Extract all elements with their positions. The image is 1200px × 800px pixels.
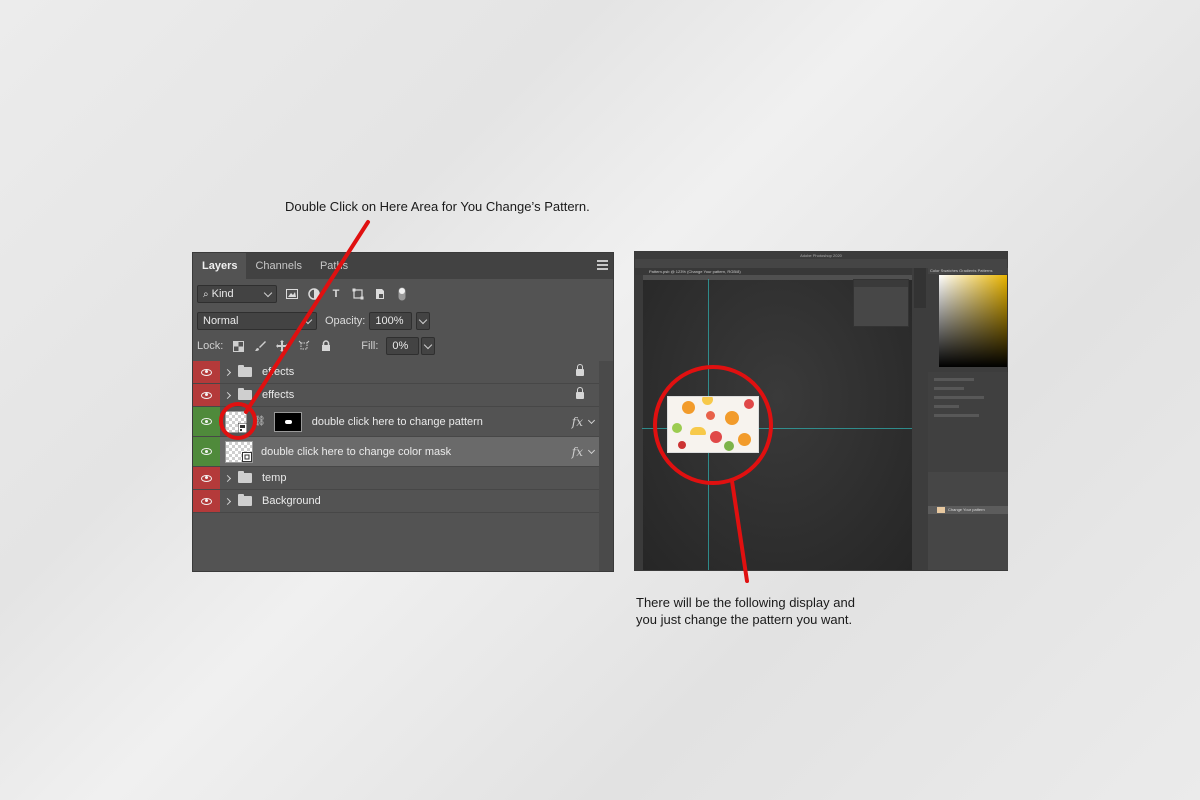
lock-artboard-icon[interactable] [297, 339, 311, 353]
fill-value: 0% [392, 340, 409, 352]
tab-channels[interactable]: Channels [246, 253, 310, 279]
type-filter-icon[interactable]: T [329, 287, 343, 301]
visibility-toggle[interactable] [193, 384, 220, 406]
opacity-field[interactable]: 100% [369, 312, 413, 330]
layer-row-color-mask[interactable]: double click here to change color mask f… [193, 437, 600, 467]
shape-filter-icon[interactable] [351, 287, 365, 301]
layer-name: double click here to change pattern [311, 415, 483, 428]
lock-icon [576, 363, 584, 376]
panel-menu-icon[interactable] [597, 260, 608, 270]
fruit-pattern-preview [667, 396, 759, 453]
filter-row: ⌕ Kind T [193, 279, 613, 309]
layer-name: effects [262, 389, 295, 401]
filter-toggle-icon[interactable] [395, 287, 409, 301]
ps-color-picker [939, 275, 1007, 367]
blend-row: Normal Opacity: 100% [193, 309, 613, 333]
visibility-toggle[interactable] [193, 437, 220, 466]
lock-paint-icon[interactable] [253, 339, 267, 353]
tab-paths[interactable]: Paths [311, 253, 357, 279]
ps-layers-panel-mini: Change Your pattern [928, 472, 1008, 570]
layers-panel: Layers Channels Paths ⌕ Kind T Normal Op… [192, 252, 614, 572]
search-icon: ⌕ [203, 288, 209, 300]
visibility-toggle[interactable] [193, 467, 220, 489]
lock-move-icon[interactable] [275, 339, 289, 353]
expand-arrow-icon[interactable] [223, 368, 232, 376]
expand-arrow-icon[interactable] [223, 474, 232, 482]
layer-name: Background [262, 495, 321, 507]
chevron-down-icon [263, 288, 273, 297]
link-chain-icon[interactable]: ⛓ [253, 416, 266, 427]
lock-row: Lock: Fill: 0% [193, 333, 613, 359]
kind-filter-label: Kind [211, 288, 234, 300]
caption-bottom-line2: you just change the pattern you want. [636, 612, 853, 627]
folder-icon [238, 388, 252, 400]
eye-icon [201, 391, 212, 399]
expand-arrow-icon[interactable] [223, 391, 232, 399]
layer-row-pattern[interactable]: ⛓ double click here to change pattern fx [193, 407, 600, 437]
tab-layers[interactable]: Layers [193, 253, 247, 279]
fill-dropdown[interactable] [421, 337, 436, 355]
chevron-down-icon [419, 315, 428, 324]
visibility-toggle[interactable] [193, 490, 220, 512]
color-layer-thumbnail[interactable] [225, 440, 253, 463]
instruction-caption-bottom: There will be the following display and … [636, 594, 855, 628]
opacity-label: Opacity: [325, 315, 366, 327]
caption-bottom-line1: There will be the following display and [636, 595, 855, 610]
chevron-down-icon [424, 340, 433, 349]
ps-window-title: Adobe Photoshop 2020 [635, 252, 1007, 259]
visibility-toggle[interactable] [193, 407, 220, 436]
layer-row-effects-2[interactable]: effects [193, 384, 600, 407]
eye-icon [201, 497, 212, 505]
fx-icon[interactable]: fx [572, 415, 583, 429]
expand-arrow-icon[interactable] [223, 497, 232, 505]
layer-row-background[interactable]: Background [193, 490, 600, 513]
ps-options-bar [635, 259, 1007, 268]
layer-name: temp [262, 472, 287, 484]
ps-paragraph-panel [853, 279, 909, 327]
chevron-down-icon[interactable] [587, 416, 596, 424]
folder-icon [238, 494, 252, 506]
chevron-down-icon [303, 315, 313, 324]
eye-icon [201, 418, 212, 425]
opacity-value: 100% [375, 315, 404, 327]
lock-all-icon[interactable] [319, 339, 333, 353]
layer-name: double click here to change color mask [261, 445, 452, 458]
layers-scrollbar[interactable] [599, 361, 613, 571]
ps-toolbar [635, 275, 643, 570]
blend-mode-select[interactable]: Normal [197, 312, 317, 330]
layer-list: effects effects ⛓ double click here to c… [193, 361, 600, 513]
eye-icon [201, 448, 212, 455]
fill-label: Fill: [361, 340, 379, 352]
layer-name: effects [262, 366, 295, 378]
blend-mode-value: Normal [203, 315, 239, 327]
pixel-filter-icon[interactable] [285, 287, 299, 301]
ps-mini-layer-name: Change Your pattern [948, 507, 985, 512]
lock-icon [576, 386, 584, 399]
folder-icon [238, 471, 252, 483]
lock-label: Lock: [197, 340, 224, 352]
eye-icon [201, 368, 212, 376]
instruction-caption-top: Double Click on Here Area for You Change… [285, 199, 590, 214]
fill-field[interactable]: 0% [386, 337, 420, 355]
lock-transparency-icon[interactable] [231, 339, 245, 353]
layer-mask-thumbnail[interactable] [273, 411, 302, 432]
eye-icon [201, 474, 212, 482]
layer-row-effects-1[interactable]: effects [193, 361, 600, 384]
folder-icon [238, 365, 252, 377]
kind-filter-select[interactable]: ⌕ Kind [197, 285, 277, 303]
pattern-layer-thumbnail[interactable] [225, 410, 247, 433]
adjustment-filter-icon[interactable] [307, 287, 321, 301]
visibility-toggle[interactable] [193, 361, 220, 383]
smart-object-filter-icon[interactable] [373, 287, 387, 301]
ps-color-panel-tabs: Color Swatches Gradients Patterns [928, 268, 1008, 274]
layer-row-temp[interactable]: temp [193, 467, 600, 490]
panel-tabbar: Layers Channels Paths [193, 253, 613, 279]
opacity-dropdown[interactable] [416, 312, 431, 330]
ps-icon-strip [914, 268, 926, 308]
fx-icon[interactable]: fx [572, 445, 583, 459]
chevron-down-icon[interactable] [587, 446, 596, 454]
